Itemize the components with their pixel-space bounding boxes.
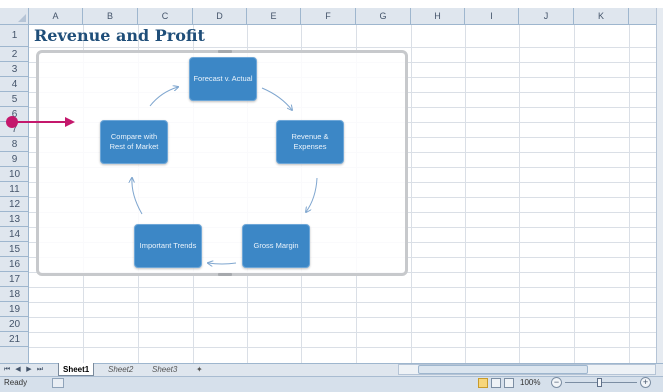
row-header-4[interactable]: 4 [0,77,29,92]
smartart-node-compare[interactable]: Compare with Rest of Market [100,120,168,164]
page-layout-view-icon[interactable] [491,378,501,388]
last-sheet-icon[interactable]: ⏭ [35,364,45,375]
row-header-18[interactable]: 18 [0,287,29,302]
row-header-3[interactable]: 3 [0,62,29,77]
column-header-h[interactable]: H [411,8,465,25]
vertical-scrollbar[interactable] [656,8,663,363]
row-header-12[interactable]: 12 [0,197,29,212]
status-ready-label: Ready [4,378,28,387]
smartart-node-trends[interactable]: Important Trends [134,224,202,268]
row-header-17[interactable]: 17 [0,272,29,287]
column-header-i[interactable]: I [465,8,519,25]
normal-view-icon[interactable] [478,378,488,388]
row-header-5[interactable]: 5 [0,92,29,107]
row-header-10[interactable]: 10 [0,167,29,182]
zoom-in-icon[interactable]: + [640,377,651,388]
row-header-14[interactable]: 14 [0,227,29,242]
insert-sheet-icon[interactable]: ✦ [192,363,207,376]
zoom-level[interactable]: 100% [520,378,540,387]
smartart-node-revenue[interactable]: Revenue & Expenses [276,120,344,164]
tab-sheet3[interactable]: Sheet3 [148,363,181,376]
select-all-button[interactable] [0,8,29,25]
column-header-g[interactable]: G [356,8,411,25]
row-header-bar: 1 2 3 4 5 6 7 8 9 10 11 12 13 14 15 16 1… [0,25,29,363]
row-header-15[interactable]: 15 [0,242,29,257]
smartart-node-forecast[interactable]: Forecast v. Actual [189,57,257,101]
horizontal-scroll-thumb[interactable] [418,365,588,374]
zoom-out-icon[interactable]: − [551,377,562,388]
pointer-arrow-icon [12,117,75,127]
column-header-a[interactable]: A [29,8,83,25]
column-header-c[interactable]: C [138,8,193,25]
column-header-e[interactable]: E [247,8,301,25]
resize-handle-bottom[interactable] [218,273,232,276]
zoom-slider-thumb[interactable] [597,378,602,387]
row-header-13[interactable]: 13 [0,212,29,227]
tab-sheet1[interactable]: Sheet1 [58,363,95,376]
status-bar [0,376,663,392]
row-header-19[interactable]: 19 [0,302,29,317]
smartart-node-gross-margin[interactable]: Gross Margin [242,224,310,268]
row-header-16[interactable]: 16 [0,257,29,272]
prev-sheet-icon[interactable]: ◀ [13,364,23,375]
tab-sheet2[interactable]: Sheet2 [104,363,137,376]
column-header-j[interactable]: J [519,8,574,25]
row-header-9[interactable]: 9 [0,152,29,167]
row-header-20[interactable]: 20 [0,317,29,332]
sheet-title-cell[interactable]: Revenue and Profit [34,26,205,45]
column-header-b[interactable]: B [83,8,138,25]
column-header-f[interactable]: F [301,8,356,25]
row-header-2[interactable]: 2 [0,47,29,62]
next-sheet-icon[interactable]: ▶ [24,364,34,375]
excel-window: A B C D E F G H I J K 1 2 3 4 5 6 7 8 9 … [0,0,663,392]
macro-record-icon[interactable] [52,378,64,388]
page-break-view-icon[interactable] [504,378,514,388]
row-header-11[interactable]: 11 [0,182,29,197]
row-header-8[interactable]: 8 [0,137,29,152]
column-header-k[interactable]: K [574,8,629,25]
first-sheet-icon[interactable]: ⏮ [2,364,12,375]
row-header-21[interactable]: 21 [0,332,29,347]
row-header-1[interactable]: 1 [0,25,29,47]
resize-handle-top[interactable] [218,50,232,53]
column-header-d[interactable]: D [193,8,247,25]
